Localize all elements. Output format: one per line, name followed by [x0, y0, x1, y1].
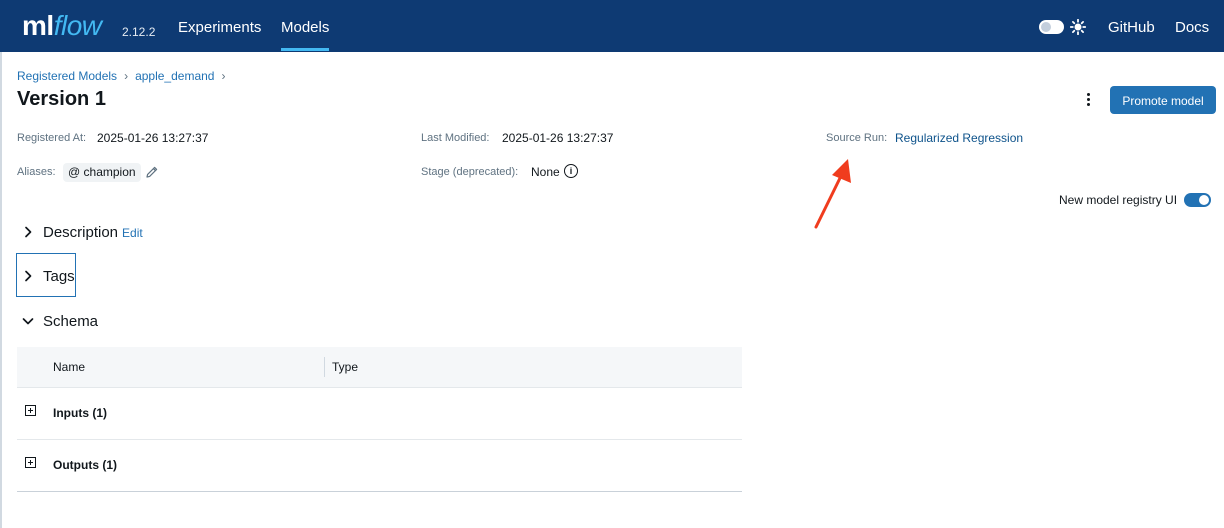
source-run-label: Source Run:: [826, 132, 888, 144]
docs-link[interactable]: Docs: [1175, 0, 1209, 52]
more-options-icon[interactable]: [1081, 91, 1095, 109]
description-section-header[interactable]: Description Edit: [17, 218, 143, 246]
nav-models[interactable]: Models: [281, 0, 329, 52]
column-divider: [324, 357, 325, 377]
chevron-right-icon: ›: [221, 69, 226, 83]
tags-title: Tags: [43, 267, 75, 285]
mlflow-logo[interactable]: ml flow: [22, 4, 102, 48]
source-run-link[interactable]: Regularized Regression: [895, 131, 1023, 145]
chevron-right-icon: ›: [124, 69, 129, 83]
top-navigation-bar: ml flow 2.12.2 Experiments Models GitHub …: [0, 0, 1224, 52]
github-link[interactable]: GitHub: [1108, 0, 1155, 52]
schema-row-label: Inputs (1): [53, 406, 107, 420]
info-icon[interactable]: i: [564, 164, 578, 178]
chevron-down-icon: [22, 318, 34, 325]
nav-experiments[interactable]: Experiments: [178, 0, 261, 52]
logo-flow-text: flow: [53, 10, 102, 41]
promote-model-button[interactable]: Promote model: [1110, 86, 1216, 114]
registered-at-label: Registered At:: [17, 132, 87, 144]
stage-label: Stage (deprecated):: [421, 166, 519, 178]
switch-knob: [1199, 195, 1209, 205]
breadcrumb-registered-models[interactable]: Registered Models: [17, 69, 117, 83]
description-title: Description: [43, 223, 119, 241]
new-registry-ui-switch[interactable]: [1184, 193, 1211, 207]
description-edit-link[interactable]: Edit: [122, 226, 143, 240]
page-title: Version 1: [17, 88, 106, 110]
left-border: [0, 52, 2, 528]
expand-plus-icon[interactable]: [25, 457, 36, 468]
schema-table-header: Name Type: [17, 347, 742, 387]
schema-row-inputs[interactable]: Inputs (1): [17, 387, 742, 440]
last-modified-label: Last Modified:: [421, 132, 490, 144]
nav-active-indicator: [281, 48, 329, 51]
breadcrumb-model-name[interactable]: apple_demand: [135, 69, 214, 83]
toggle-knob: [1041, 22, 1051, 32]
schema-row-outputs[interactable]: Outputs (1): [17, 440, 742, 492]
theme-toggle-switch[interactable]: [1039, 20, 1064, 34]
schema-title: Schema: [43, 312, 99, 330]
new-registry-ui-label: New model registry UI: [1059, 193, 1178, 207]
schema-table: Name Type Inputs (1) Outputs (1): [17, 347, 742, 492]
version-label: 2.12.2: [122, 25, 156, 39]
last-modified-value: 2025-01-26 13:27:37: [502, 131, 614, 145]
logo-ml-text: ml: [22, 10, 54, 41]
breadcrumb: Registered Models › apple_demand ›: [17, 69, 232, 83]
expand-plus-icon[interactable]: [25, 405, 36, 416]
tags-section-header[interactable]: Tags: [17, 262, 75, 290]
schema-row-label: Outputs (1): [53, 458, 117, 472]
pencil-icon[interactable]: [145, 165, 159, 179]
column-header-name: Name: [53, 360, 86, 374]
schema-section-header[interactable]: Schema: [17, 307, 98, 335]
sun-icon[interactable]: [1070, 19, 1086, 35]
aliases-label: Aliases:: [17, 166, 56, 178]
stage-value: None: [531, 165, 560, 179]
alias-tag-champion: @ champion: [63, 163, 141, 182]
registered-at-value: 2025-01-26 13:27:37: [97, 131, 209, 145]
chevron-right-icon: [25, 270, 32, 282]
column-header-type: Type: [332, 360, 359, 374]
chevron-right-icon: [25, 226, 32, 238]
annotation-arrow-icon: [814, 159, 851, 229]
